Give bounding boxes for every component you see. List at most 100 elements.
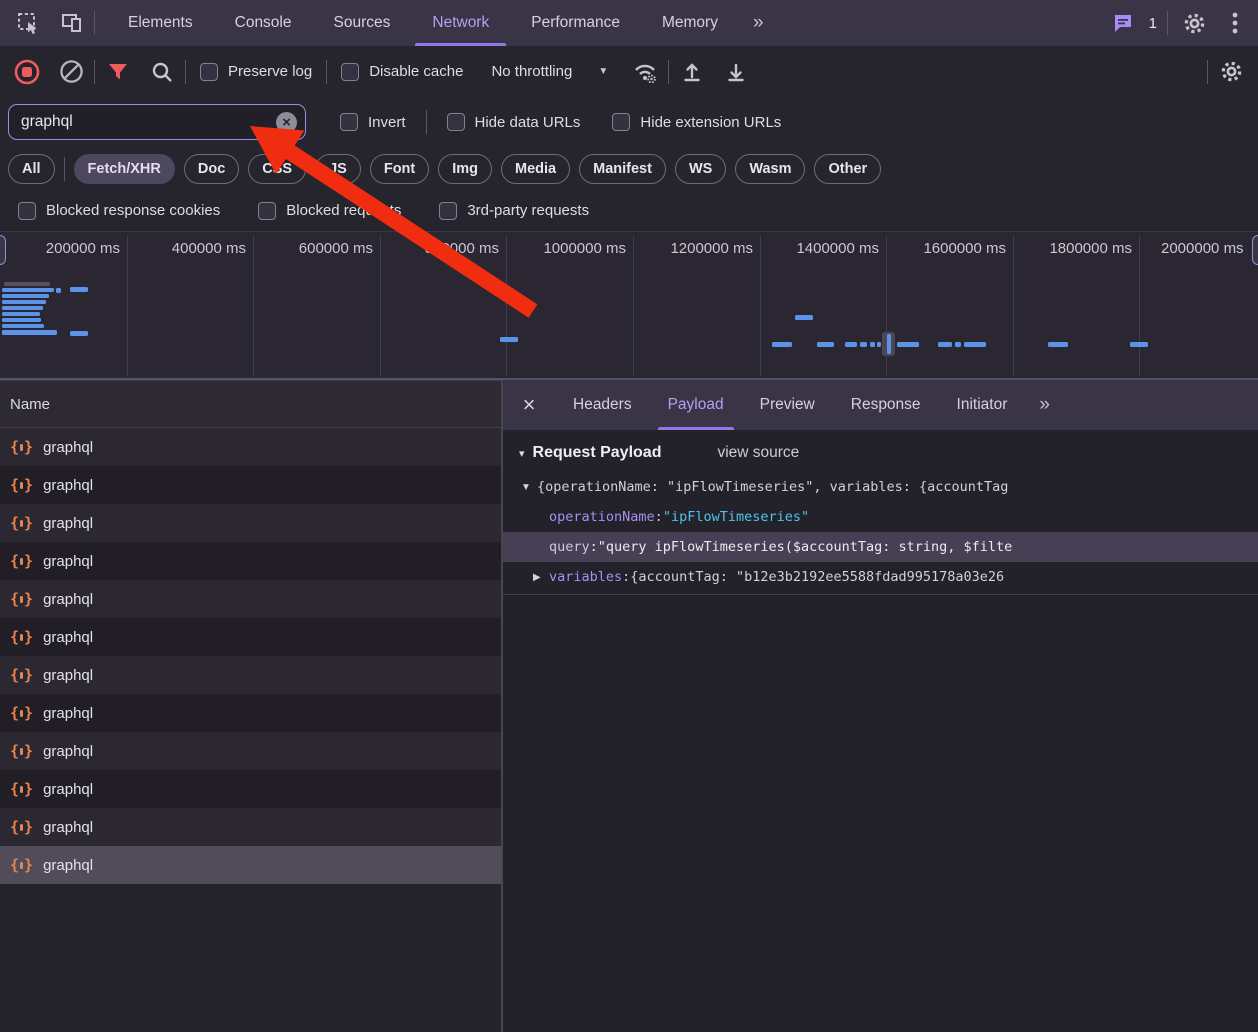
table-row[interactable]: {}graphql xyxy=(0,694,501,732)
waterfall-bar[interactable] xyxy=(2,324,44,328)
table-row[interactable]: {}graphql xyxy=(0,466,501,504)
table-row[interactable]: {}graphql xyxy=(0,732,501,770)
waterfall-bar[interactable] xyxy=(70,331,88,336)
waterfall-bar[interactable] xyxy=(817,342,834,347)
network-settings-gear-icon[interactable] xyxy=(1210,54,1252,90)
section-expander-icon[interactable]: ▾ xyxy=(519,447,525,460)
waterfall-bar[interactable] xyxy=(56,288,61,293)
option-box[interactable] xyxy=(439,202,457,220)
details-tab-response[interactable]: Response xyxy=(833,380,939,430)
payload-line[interactable]: ▼{operationName: "ipFlowTimeseries", var… xyxy=(503,472,1258,502)
waterfall-bar[interactable] xyxy=(4,282,50,286)
tab-network[interactable]: Network xyxy=(411,0,510,46)
clear-filter-icon[interactable]: × xyxy=(276,112,297,133)
invert-box[interactable] xyxy=(340,113,358,131)
type-chip-other[interactable]: Other xyxy=(814,154,881,184)
table-row[interactable]: {}graphql xyxy=(0,542,501,580)
waterfall-bar[interactable] xyxy=(2,288,54,292)
export-har-icon[interactable] xyxy=(715,54,757,90)
type-chip-img[interactable]: Img xyxy=(438,154,492,184)
blocked-requests-checkbox[interactable]: Blocked requests xyxy=(246,202,413,220)
3rd-party-requests-checkbox[interactable]: 3rd-party requests xyxy=(427,202,601,220)
tab-console[interactable]: Console xyxy=(214,0,313,46)
overview-grip-right[interactable] xyxy=(1252,235,1258,265)
view-source-link[interactable]: view source xyxy=(717,444,799,462)
waterfall-bar[interactable] xyxy=(70,287,88,292)
hide-extension-urls-checkbox[interactable]: Hide extension URLs xyxy=(600,113,793,131)
table-row[interactable]: {}graphql xyxy=(0,504,501,542)
details-more-tabs-button[interactable]: » xyxy=(1025,380,1062,430)
type-chip-all[interactable]: All xyxy=(8,154,55,184)
waterfall-bar[interactable] xyxy=(2,306,43,310)
waterfall-bar[interactable] xyxy=(2,294,49,298)
device-toolbar-button[interactable] xyxy=(50,0,94,46)
type-chip-ws[interactable]: WS xyxy=(675,154,726,184)
table-row[interactable]: {}graphql xyxy=(0,428,501,466)
network-conditions-icon[interactable] xyxy=(624,54,666,90)
throttling-dropdown[interactable]: No throttling ▼ xyxy=(477,63,622,80)
waterfall-bar[interactable] xyxy=(2,312,40,316)
tab-sources[interactable]: Sources xyxy=(313,0,412,46)
table-row[interactable]: {}graphql xyxy=(0,656,501,694)
issues-count[interactable]: 1 xyxy=(1149,15,1157,32)
waterfall-bar[interactable] xyxy=(964,342,986,347)
table-row[interactable]: {}graphql xyxy=(0,580,501,618)
settings-gear-icon[interactable] xyxy=(1172,11,1216,36)
waterfall-bar[interactable] xyxy=(2,330,57,335)
filter-input[interactable] xyxy=(21,113,276,131)
details-tab-initiator[interactable]: Initiator xyxy=(939,380,1026,430)
expander-closed-icon[interactable]: ▶ xyxy=(533,572,549,583)
type-chip-js[interactable]: JS xyxy=(315,154,361,184)
preserve-log-box[interactable] xyxy=(200,63,218,81)
disable-cache-checkbox[interactable]: Disable cache xyxy=(329,63,475,81)
disable-cache-box[interactable] xyxy=(341,63,359,81)
waterfall-bar[interactable] xyxy=(870,342,875,347)
record-network-log-button[interactable] xyxy=(6,54,48,90)
waterfall-bar[interactable] xyxy=(938,342,952,347)
payload-line[interactable]: query: "query ipFlowTimeseries($accountT… xyxy=(503,532,1258,562)
tab-performance[interactable]: Performance xyxy=(510,0,641,46)
waterfall-bar[interactable] xyxy=(955,342,961,347)
type-chip-wasm[interactable]: Wasm xyxy=(735,154,805,184)
waterfall-bar[interactable] xyxy=(2,318,41,322)
clear-network-log-button[interactable] xyxy=(50,54,92,90)
waterfall-bar[interactable] xyxy=(1048,342,1068,347)
waterfall-bar[interactable] xyxy=(887,334,891,354)
blocked-response-cookies-checkbox[interactable]: Blocked response cookies xyxy=(6,202,232,220)
type-chip-css[interactable]: CSS xyxy=(248,154,306,184)
waterfall-bar[interactable] xyxy=(772,342,792,347)
invert-checkbox[interactable]: Invert xyxy=(328,113,418,131)
preserve-log-checkbox[interactable]: Preserve log xyxy=(188,63,324,81)
search-icon[interactable] xyxy=(141,54,183,90)
hide-extension-urls-box[interactable] xyxy=(612,113,630,131)
tab-elements[interactable]: Elements xyxy=(107,0,214,46)
waterfall-bar[interactable] xyxy=(795,315,813,320)
more-tabs-button[interactable]: » xyxy=(739,0,776,46)
type-chip-doc[interactable]: Doc xyxy=(184,154,239,184)
type-chip-font[interactable]: Font xyxy=(370,154,429,184)
table-row[interactable]: {}graphql xyxy=(0,770,501,808)
name-column-header[interactable]: Name xyxy=(0,380,501,428)
payload-line[interactable]: ▶variables: {accountTag: "b12e3b2192ee55… xyxy=(503,562,1258,592)
waterfall-bar[interactable] xyxy=(500,337,518,342)
table-row[interactable]: {}graphql xyxy=(0,808,501,846)
type-chip-media[interactable]: Media xyxy=(501,154,570,184)
network-overview-timeline[interactable]: 200000 ms400000 ms600000 ms800000 ms1000… xyxy=(0,231,1258,380)
tab-memory[interactable]: Memory xyxy=(641,0,739,46)
kebab-menu-icon[interactable] xyxy=(1220,12,1250,34)
import-har-icon[interactable] xyxy=(671,54,713,90)
expander-open-icon[interactable]: ▼ xyxy=(521,482,537,493)
waterfall-bar[interactable] xyxy=(2,300,46,304)
waterfall-bar[interactable] xyxy=(860,342,867,347)
type-chip-fetch-xhr[interactable]: Fetch/XHR xyxy=(74,154,175,184)
payload-line[interactable]: operationName: "ipFlowTimeseries" xyxy=(503,502,1258,532)
issues-icon[interactable] xyxy=(1101,11,1145,35)
table-row[interactable]: {}graphql xyxy=(0,618,501,656)
details-tab-payload[interactable]: Payload xyxy=(650,380,742,430)
waterfall-bar[interactable] xyxy=(1130,342,1148,347)
waterfall-bar[interactable] xyxy=(897,342,919,347)
close-details-icon[interactable]: × xyxy=(503,380,555,430)
type-chip-manifest[interactable]: Manifest xyxy=(579,154,666,184)
details-tab-headers[interactable]: Headers xyxy=(555,380,650,430)
table-row[interactable]: {}graphql xyxy=(0,846,501,884)
